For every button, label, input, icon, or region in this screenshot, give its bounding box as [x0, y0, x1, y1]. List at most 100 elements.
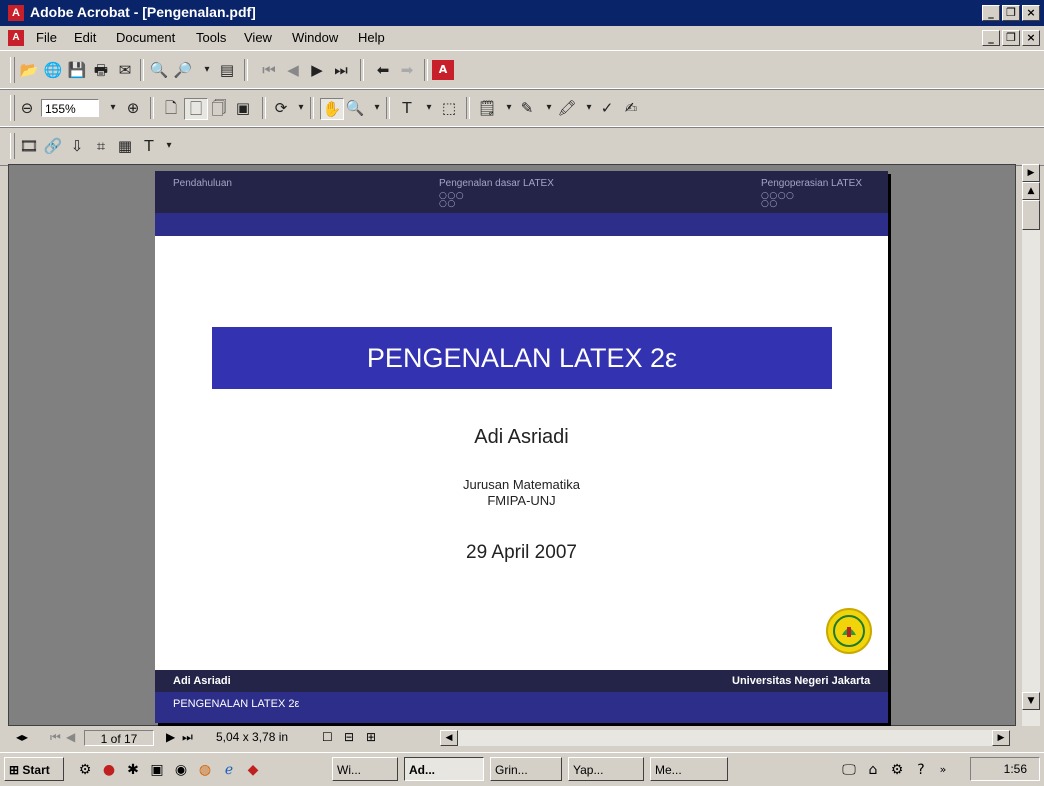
email-icon[interactable]: ✉	[114, 60, 136, 80]
doc-close-icon[interactable]: ×	[1022, 30, 1040, 46]
zoom-tool-icon[interactable]: 🔍	[344, 98, 366, 118]
graphics-select-icon[interactable]: ⬚	[438, 98, 460, 118]
quicklaunch-icon[interactable]: ✱	[124, 761, 142, 779]
quicklaunch-icon[interactable]: ⚙	[76, 761, 94, 779]
single-page-icon[interactable]: ☐	[322, 730, 333, 744]
doc-restore-icon[interactable]: ❐	[1002, 30, 1020, 46]
nav-subsection-dots[interactable]: ○○	[439, 200, 456, 209]
last-page-icon[interactable]: ⏭	[182, 730, 193, 745]
doc-minimize-icon[interactable]: _	[982, 30, 1000, 46]
restore-icon[interactable]: ❐	[1002, 5, 1020, 21]
go-forward-icon[interactable]: ➡	[396, 60, 418, 80]
previous-page-icon[interactable]: ◀	[66, 730, 75, 744]
zoom-in-icon[interactable]: ⊕	[122, 98, 144, 118]
movie-tool-icon[interactable]: 🎞	[18, 136, 40, 156]
document-icon[interactable]: A	[8, 30, 24, 46]
actual-size-icon[interactable]: 🗋	[160, 98, 182, 118]
nav-section-pengenalan[interactable]: Pengenalan dasar LATEX	[439, 178, 554, 189]
first-page-icon[interactable]: ⏮	[50, 730, 61, 745]
chevron-down-icon[interactable]: ▾	[196, 60, 218, 80]
scroll-up-arrow-icon[interactable]: ▲	[1022, 182, 1040, 200]
quicklaunch-icon[interactable]: ◆	[244, 761, 262, 779]
article-tool-icon[interactable]: ⇩	[66, 136, 88, 156]
minimize-icon[interactable]: _	[982, 5, 1000, 21]
chevron-down-icon[interactable]: ▾	[418, 98, 440, 118]
open-web-icon[interactable]: 🌐	[42, 60, 64, 80]
navigation-pane-icon[interactable]: ▤	[216, 60, 238, 80]
document-pane[interactable]: Pendahuluan Pengenalan dasar LATEX ○○○ ○…	[8, 164, 1016, 726]
previous-page-icon[interactable]: ◀	[282, 60, 304, 80]
print-icon[interactable]: 🖶	[90, 60, 112, 80]
continuous-facing-icon[interactable]: ⊞	[366, 730, 376, 744]
form-tool-icon[interactable]: ▦	[114, 136, 136, 156]
first-page-icon[interactable]: ⏮	[258, 60, 280, 80]
chevron-down-icon[interactable]: ▾	[158, 136, 180, 156]
chevron-right-icon[interactable]: »	[934, 761, 952, 779]
chevron-down-icon[interactable]: ▾	[366, 98, 388, 118]
hand-tool-icon[interactable]: ✋	[320, 98, 344, 120]
save-icon[interactable]: 💾	[66, 60, 88, 80]
fit-visible-icon[interactable]: ▣	[232, 98, 254, 118]
continuous-icon[interactable]: ⊟	[344, 730, 354, 744]
last-page-icon[interactable]: ⏭	[330, 60, 352, 80]
task-button-wi[interactable]: Wi...	[332, 757, 398, 781]
menu-window[interactable]: Window	[292, 30, 338, 45]
scroll-right-arrow-icon[interactable]: ▶	[992, 730, 1010, 746]
toolbar-grip[interactable]	[10, 95, 15, 121]
quicklaunch-icon[interactable]: ◉	[172, 761, 190, 779]
toolbar-grip[interactable]	[10, 57, 15, 83]
tray-icon[interactable]: ?	[912, 761, 930, 779]
menu-file[interactable]: File	[36, 30, 57, 45]
sign-icon[interactable]: ✍	[620, 98, 642, 118]
menu-document[interactable]: Document	[116, 30, 175, 45]
find-icon[interactable]: 🔍	[148, 60, 170, 80]
tray-icon[interactable]: 🖵	[840, 761, 858, 779]
go-back-icon[interactable]: ⬅	[372, 60, 394, 80]
zoom-out-icon[interactable]: ⊖	[16, 98, 38, 118]
scroll-left-arrow-icon[interactable]: ◀	[440, 730, 458, 746]
text-select-icon[interactable]: T	[396, 98, 418, 118]
menu-view[interactable]: View	[244, 30, 272, 45]
nav-subsection-dots[interactable]: ○○	[761, 200, 778, 209]
close-icon[interactable]: ×	[1022, 5, 1040, 21]
quicklaunch-icon[interactable]: ●	[100, 761, 118, 779]
note-tool-icon[interactable]: 🗒	[476, 98, 498, 118]
start-button[interactable]: ⊞ Start	[4, 757, 64, 781]
tray-icon[interactable]: ⌂	[864, 761, 882, 779]
tray-icon[interactable]: ⚙	[888, 761, 906, 779]
rotate-view-icon[interactable]: ⟳	[270, 98, 292, 118]
next-page-icon[interactable]: ▶	[306, 60, 328, 80]
quicklaunch-icon[interactable]: ▣	[148, 761, 166, 779]
link-tool-icon[interactable]: 🔗	[42, 136, 64, 156]
task-button-yap[interactable]: Yap...	[568, 757, 644, 781]
fit-page-icon[interactable]: 🗌	[184, 98, 208, 120]
firefox-icon[interactable]: ◍	[196, 761, 214, 779]
search-icon[interactable]: 🔎	[172, 60, 194, 80]
scroll-thumb[interactable]	[1022, 200, 1040, 230]
acrobat-app-icon[interactable]: A	[8, 5, 24, 21]
task-button-me[interactable]: Me...	[650, 757, 728, 781]
nav-section-pendahuluan[interactable]: Pendahuluan	[173, 178, 232, 189]
page-number-field[interactable]: 1 of 17	[84, 730, 154, 746]
toolbar-grip[interactable]	[10, 133, 15, 159]
task-button-grin[interactable]: Grin...	[490, 757, 562, 781]
internet-explorer-icon[interactable]: ℯ	[220, 761, 238, 779]
next-page-icon[interactable]: ▶	[166, 730, 175, 744]
pencil-tool-icon[interactable]: ✎	[516, 98, 538, 118]
spell-check-icon[interactable]: ✓	[596, 98, 618, 118]
fit-width-icon[interactable]: 🗍	[208, 98, 230, 118]
task-button-adobe[interactable]: Ad...	[404, 757, 484, 781]
nav-section-pengoperasian[interactable]: Pengoperasian LATEX	[761, 178, 862, 189]
navigation-toggle-icon[interactable]: ◂▸	[16, 730, 28, 744]
touchup-text-icon[interactable]: T	[138, 136, 160, 156]
zoom-input[interactable]: 155%	[41, 99, 99, 117]
horizontal-scrollbar[interactable]: ◀ ▶	[440, 730, 1010, 746]
scroll-down-arrow-icon[interactable]: ▼	[1022, 692, 1040, 710]
open-icon[interactable]: 📂	[18, 60, 40, 80]
menu-tools[interactable]: Tools	[196, 30, 226, 45]
crop-tool-icon[interactable]: ⌗	[90, 136, 112, 156]
menu-edit[interactable]: Edit	[74, 30, 96, 45]
menu-help[interactable]: Help	[358, 30, 385, 45]
chevron-down-icon[interactable]: ▾	[290, 98, 312, 118]
scroll-right-arrow-icon[interactable]: ▶	[1022, 164, 1040, 182]
